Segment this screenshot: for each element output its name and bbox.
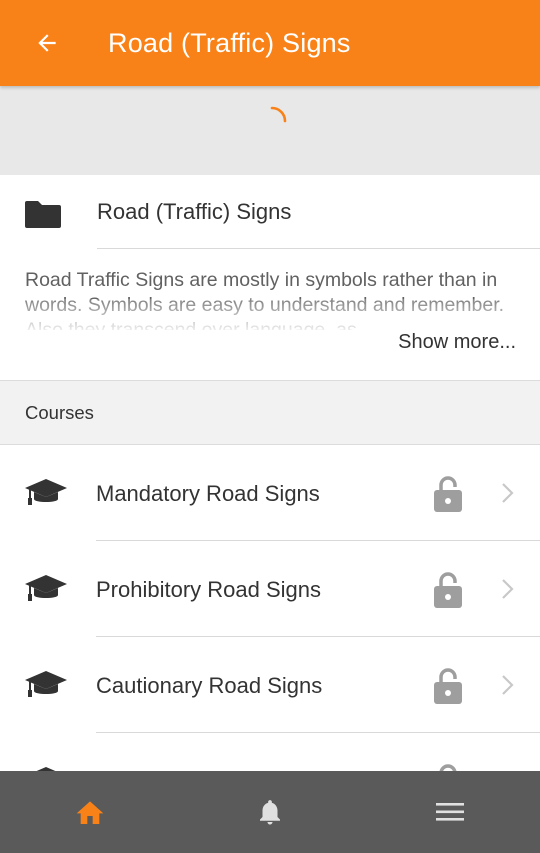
folder-title: Road (Traffic) Signs <box>97 199 292 224</box>
back-button[interactable] <box>0 0 96 86</box>
app-bar: Road (Traffic) Signs <box>0 0 540 86</box>
loading-spinner-icon <box>270 106 287 123</box>
folder-icon <box>25 201 61 228</box>
tab-menu[interactable] <box>360 771 540 853</box>
page-title: Road (Traffic) Signs <box>108 27 351 58</box>
lock-icon <box>434 572 462 608</box>
bottom-navigation <box>0 771 540 853</box>
section-title: Courses <box>25 402 94 423</box>
lock-icon <box>434 476 462 512</box>
home-icon <box>76 801 104 824</box>
bell-icon <box>260 800 280 825</box>
course-item[interactable]: Cautionary Road Signs <box>0 637 540 733</box>
graduation-cap-icon <box>25 479 67 505</box>
course-item[interactable]: Prohibitory Road Signs <box>0 541 540 637</box>
course-title: Prohibitory Road Signs <box>96 577 322 602</box>
description-section: Road Traffic Signs are mostly in symbols… <box>0 249 540 380</box>
course-title: Cautionary Road Signs <box>96 673 323 698</box>
chevron-right-icon <box>502 483 514 503</box>
folder-row[interactable]: Road (Traffic) Signs <box>0 175 540 249</box>
courses-section-header: Courses <box>0 380 540 445</box>
menu-icon <box>436 803 464 821</box>
chevron-right-icon <box>502 675 514 695</box>
graduation-cap-icon <box>25 575 67 601</box>
loading-area <box>0 86 540 175</box>
chevron-right-icon <box>502 579 514 599</box>
graduation-cap-icon <box>25 671 67 697</box>
tab-notifications[interactable] <box>180 771 360 853</box>
arrow-left-icon <box>38 34 56 52</box>
course-item[interactable]: Mandatory Road Signs <box>0 445 540 541</box>
course-title: Mandatory Road Signs <box>96 481 320 506</box>
tab-home[interactable] <box>0 771 180 853</box>
show-more-link[interactable]: Show more... <box>398 331 516 354</box>
lock-icon <box>434 668 462 704</box>
description-fade <box>0 299 540 333</box>
